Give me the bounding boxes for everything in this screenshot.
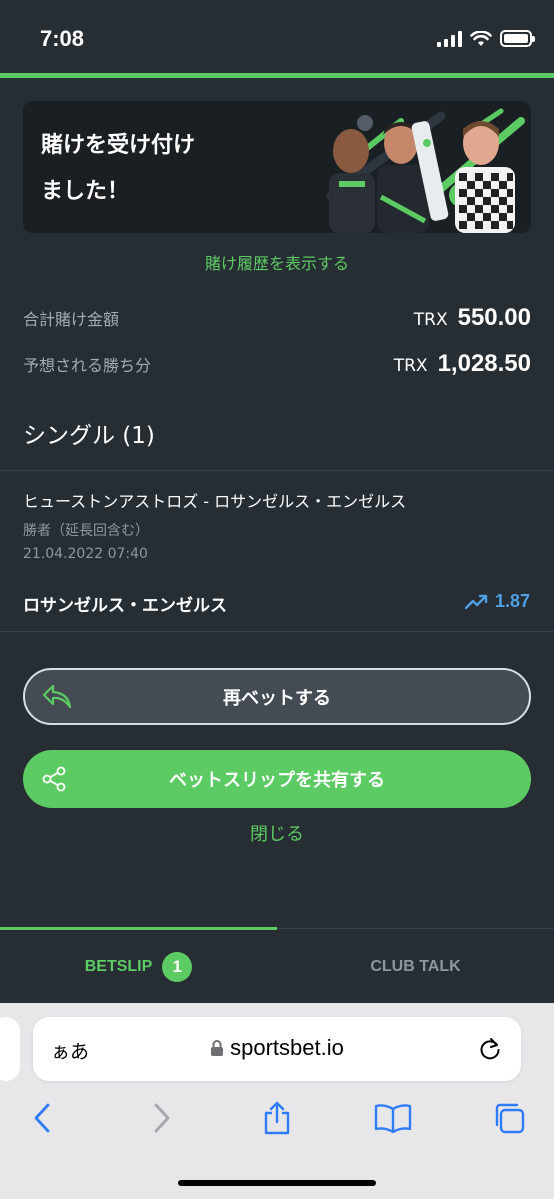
url-group: sportsbet.io xyxy=(33,1035,521,1061)
total-stake-value: TRX 550.00 xyxy=(414,304,531,332)
cellular-signal-icon xyxy=(437,31,462,47)
banner-title: 賭けを受け付けました！ xyxy=(41,133,196,204)
expected-win-amount: 1,028.50 xyxy=(437,350,531,377)
event-date: 21.04.2022 07:40 xyxy=(23,546,148,562)
event-name: ヒューストンアストロズ - ロサンゼルス・エンゼルス xyxy=(23,492,407,511)
share-button-label: ベットスリップを共有する xyxy=(169,770,385,791)
url-text: sportsbet.io xyxy=(230,1035,344,1060)
view-bet-history-link[interactable]: 賭け履歴を表示する xyxy=(0,250,554,274)
total-stake-amount: 550.00 xyxy=(457,304,531,331)
expected-win-currency: TRX xyxy=(393,356,428,376)
trend-up-icon xyxy=(464,594,488,609)
odds-value: 1.87 xyxy=(464,591,530,612)
battery-icon xyxy=(500,30,535,47)
tab-club-talk-label: CLUB TALK xyxy=(370,957,461,975)
tab-club-talk[interactable]: CLUB TALK xyxy=(277,929,554,1004)
back-arrow-icon[interactable] xyxy=(32,1101,52,1135)
bet-accepted-banner: 賭けを受け付けました！ xyxy=(23,101,531,233)
betslip-count-badge: 1 xyxy=(162,951,193,982)
lock-icon xyxy=(211,1040,224,1056)
close-link[interactable]: 閉じる xyxy=(0,820,554,846)
tab-betslip[interactable]: BETSLIP 1 xyxy=(0,929,277,1004)
total-stake-label: 合計賭け金額 xyxy=(23,310,120,329)
address-bar[interactable]: ぁあ sportsbet.io xyxy=(33,1017,521,1081)
expected-win-value: TRX 1,028.50 xyxy=(394,350,531,378)
share-betslip-button[interactable]: ベットスリップを共有する xyxy=(23,750,531,808)
odds-text: 1.87 xyxy=(494,591,530,611)
reload-icon[interactable] xyxy=(477,1036,503,1062)
forward-arrow-icon[interactable] xyxy=(152,1101,172,1135)
reply-arrow-icon xyxy=(42,684,72,709)
divider xyxy=(0,631,554,632)
bottom-tabs: BETSLIP 1 CLUB TALK xyxy=(0,927,554,1004)
previous-tab-card[interactable] xyxy=(0,1017,20,1081)
selection-name: ロサンゼルス・エンゼルス xyxy=(23,596,227,616)
status-time: 7:08 xyxy=(40,26,85,51)
top-accent-bar xyxy=(0,73,554,78)
market-name: 勝者（延長回含む） xyxy=(23,523,149,539)
singles-section-title: シングル (1) xyxy=(23,423,155,449)
expected-win-label: 予想される勝ち分 xyxy=(23,356,152,375)
rebet-button[interactable]: 再ベットする xyxy=(23,668,531,725)
total-stake-currency: TRX xyxy=(413,310,448,330)
home-indicator xyxy=(178,1180,376,1186)
share-icon xyxy=(42,766,66,792)
divider xyxy=(0,470,554,471)
browser-toolbar: ぁあ sportsbet.io xyxy=(0,1003,554,1199)
total-stake-row: 合計賭け金額 TRX 550.00 xyxy=(23,304,531,332)
status-icons xyxy=(437,30,535,47)
tabs-icon[interactable] xyxy=(492,1101,526,1135)
rebet-button-label: 再ベットする xyxy=(223,687,331,709)
tab-betslip-label: BETSLIP xyxy=(84,957,153,975)
expected-win-row: 予想される勝ち分 TRX 1,028.50 xyxy=(23,350,531,378)
share-sheet-icon[interactable] xyxy=(262,1101,292,1135)
banner-players-image xyxy=(321,101,531,233)
status-bar: 7:08 xyxy=(0,0,554,74)
bookmarks-icon[interactable] xyxy=(374,1101,412,1135)
wifi-icon xyxy=(470,31,492,46)
